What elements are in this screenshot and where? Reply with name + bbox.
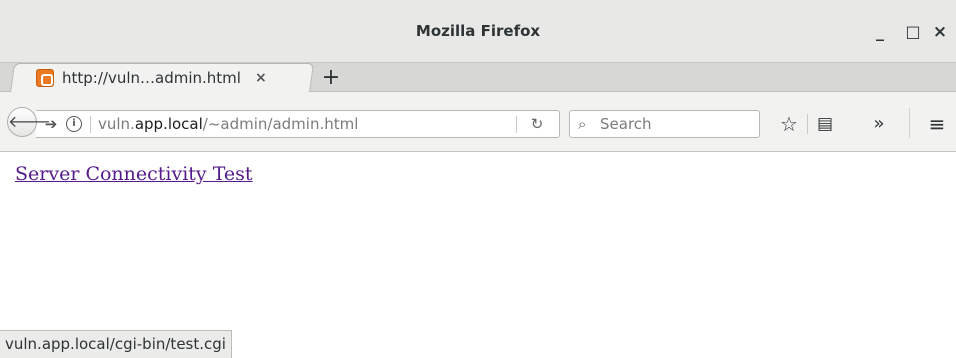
reload-separator xyxy=(516,116,517,133)
tab-strip: http://vuln…admin.html × + xyxy=(0,62,956,93)
tab-active[interactable]: http://vuln…admin.html × xyxy=(22,63,312,93)
url-prefix: vuln. xyxy=(98,115,135,133)
server-connectivity-test-link[interactable]: Server Connectivity Test xyxy=(15,163,253,185)
reload-icon[interactable]: ↻ xyxy=(522,111,552,137)
back-button[interactable]: 🡐 xyxy=(7,107,51,137)
url-path: /~admin/admin.html xyxy=(202,115,359,133)
url-text[interactable]: vuln.app.local/~admin/admin.html xyxy=(98,111,358,137)
status-bar: vuln.app.local/cgi-bin/test.cgi xyxy=(0,330,232,358)
bookmarks-library-icon[interactable]: ▤ xyxy=(812,110,838,138)
toolbar-separator xyxy=(807,114,808,134)
hamburger-menu-icon[interactable]: ≡ xyxy=(924,110,950,138)
url-bar[interactable]: ➔ i vuln.app.local/~admin/admin.html ↻ xyxy=(36,110,560,138)
url-separator xyxy=(90,116,91,133)
close-window-icon[interactable]: × xyxy=(928,20,952,44)
search-icon: ⌕ xyxy=(578,115,587,133)
window-title: Mozilla Firefox xyxy=(415,22,541,40)
minimize-icon[interactable]: _ xyxy=(868,20,892,44)
maximize-icon[interactable]: □ xyxy=(901,20,925,44)
tab-close-icon[interactable]: × xyxy=(255,70,267,86)
page-content: Server Connectivity Test xyxy=(0,153,956,358)
toolbar-separator-2 xyxy=(909,108,910,138)
navigation-toolbar: ➔ i vuln.app.local/~admin/admin.html ↻ 🡐… xyxy=(0,92,956,152)
new-tab-button[interactable]: + xyxy=(318,63,344,93)
bookmark-star-icon[interactable]: ☆ xyxy=(776,110,802,138)
xampp-favicon-icon xyxy=(36,69,54,87)
site-info-icon[interactable]: i xyxy=(66,116,82,132)
window-titlebar: Mozilla Firefox _ □ × xyxy=(0,0,956,62)
overflow-chevron-icon[interactable]: » xyxy=(866,110,892,138)
search-box[interactable]: ⌕ xyxy=(569,110,760,138)
tab-title: http://vuln…admin.html xyxy=(62,69,241,87)
search-input[interactable] xyxy=(600,113,750,135)
url-host: app.local xyxy=(134,115,203,133)
